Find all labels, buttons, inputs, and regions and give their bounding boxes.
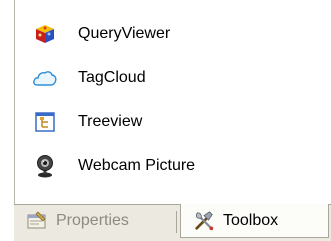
properties-icon [26,210,48,232]
toolbox-item-queryviewer[interactable]: QueryViewer [15,12,331,56]
toolbox-item-treeview[interactable]: Treeview [15,100,331,144]
toolbox-item-label: Treeview [78,113,143,130]
toolbox-item-label: QueryViewer [78,25,171,42]
tab-separator [176,211,177,233]
toolbox-item-label: Webcam Picture [78,157,196,174]
toolbox-item-webcam-picture[interactable]: Webcam Picture [15,144,331,188]
tab-properties-label: Properties [56,212,129,229]
tools-icon [193,210,215,232]
tab-properties[interactable]: Properties [14,205,174,237]
tab-toolbox-label: Toolbox [223,211,279,229]
cube-icon [33,22,57,46]
panel-tabstrip: Properties Toolbox [14,204,331,241]
tab-toolbox[interactable]: Toolbox [180,204,329,238]
treeview-icon [33,110,57,134]
toolbox-item-tagcloud[interactable]: TagCloud [15,56,331,100]
cloud-icon [33,66,57,90]
toolbox-item-label: TagCloud [78,69,146,86]
webcam-icon [33,154,57,178]
